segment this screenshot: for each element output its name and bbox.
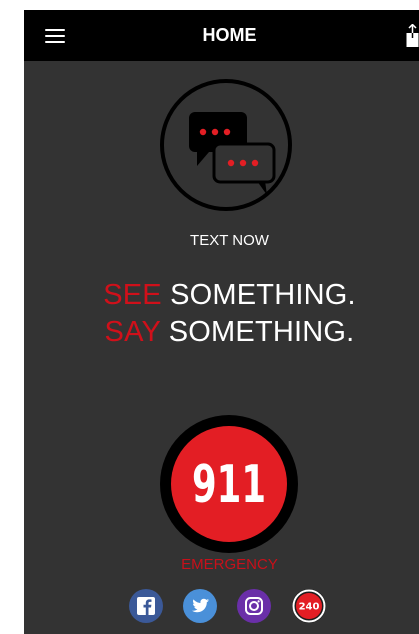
chat-bubbles-icon <box>160 79 292 211</box>
top-bar: HOME <box>24 10 419 61</box>
share-icon[interactable] <box>406 23 419 48</box>
slogan-line-2: SAY SOMETHING. <box>24 315 419 349</box>
twitter-icon[interactable] <box>182 588 218 624</box>
emergency-911-button[interactable]: 911 <box>158 413 300 555</box>
page-title: HOME <box>202 25 257 45</box>
emergency-number: 911 <box>192 455 266 515</box>
slogan-see: SEE <box>103 279 162 311</box>
app-screen: HOME TEXT NOW SEE SOMETHING. SAY SOMETHI… <box>24 10 419 634</box>
phone-240-icon[interactable]: 240 <box>291 588 327 624</box>
slogan-say: SAY <box>104 316 161 348</box>
instagram-icon[interactable] <box>236 588 272 624</box>
text-now-label: TEXT NOW <box>190 232 269 249</box>
slogan-line-1: SEE SOMETHING. <box>24 278 419 312</box>
text-now-button[interactable] <box>159 78 293 212</box>
slogan-something-1: SOMETHING. <box>161 279 356 311</box>
emergency-label: EMERGENCY <box>181 556 278 573</box>
phone-240-text: 240 <box>299 602 320 613</box>
facebook-icon[interactable] <box>128 588 164 624</box>
slogan-something-2: SOMETHING. <box>160 316 355 348</box>
